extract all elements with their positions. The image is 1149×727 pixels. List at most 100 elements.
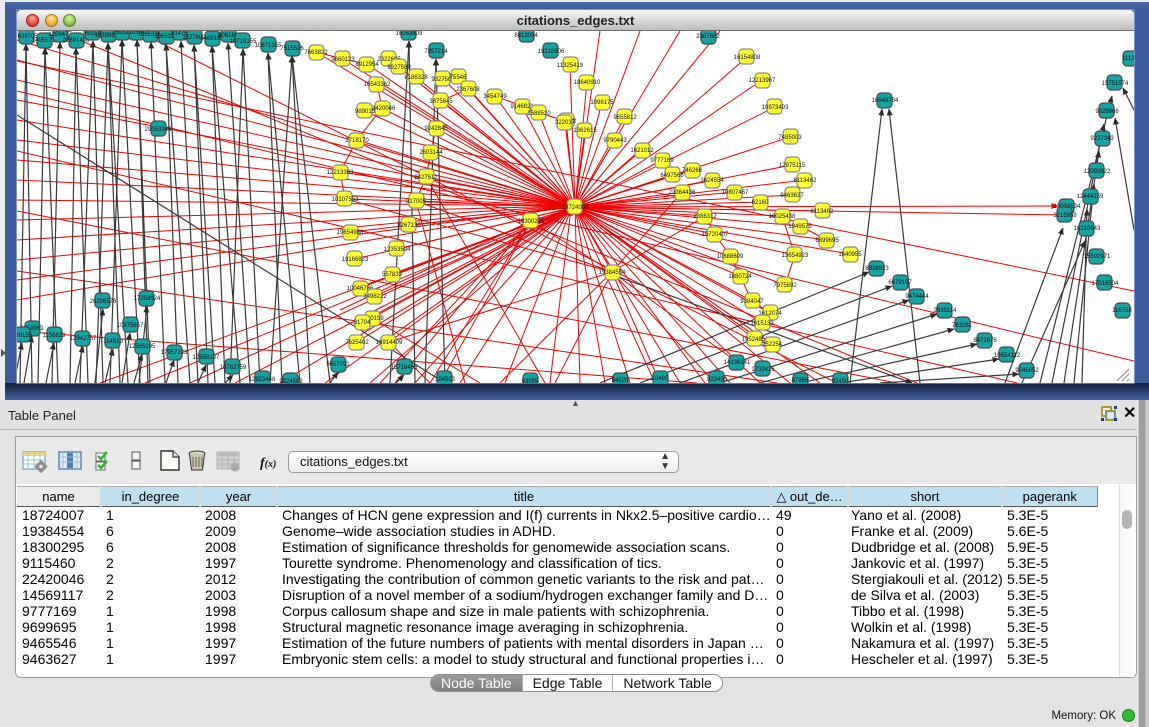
svg-text:2387682: 2387682 xyxy=(696,34,720,40)
svg-text:62160: 62160 xyxy=(752,200,769,206)
svg-text:114519: 114519 xyxy=(103,339,123,345)
svg-text:1880724: 1880724 xyxy=(728,274,752,280)
svg-text:19654988: 19654988 xyxy=(337,230,364,236)
svg-text:17957223: 17957223 xyxy=(161,350,188,356)
svg-text:8912954: 8912954 xyxy=(355,62,379,68)
svg-text:322037: 322037 xyxy=(555,120,576,126)
svg-text:557833: 557833 xyxy=(382,272,403,278)
svg-text:2603144: 2603144 xyxy=(419,150,443,156)
svg-text:7663822: 7663822 xyxy=(304,50,328,56)
svg-text:8113462: 8113462 xyxy=(794,178,818,184)
svg-text:923450: 923450 xyxy=(707,377,728,383)
svg-text:23364436: 23364436 xyxy=(669,190,696,196)
svg-text:10485: 10485 xyxy=(652,376,669,382)
svg-text:12444159: 12444159 xyxy=(1077,194,1104,200)
svg-text:12975115: 12975115 xyxy=(779,163,806,169)
svg-text:9655812: 9655812 xyxy=(613,115,637,121)
svg-text:10107553: 10107553 xyxy=(332,197,359,203)
svg-text:9329966: 9329966 xyxy=(1095,109,1119,115)
svg-text:1949575: 1949575 xyxy=(788,224,812,230)
svg-text:7975692: 7975692 xyxy=(773,283,797,289)
svg-text:1640955: 1640955 xyxy=(838,252,862,258)
svg-text:18300295: 18300295 xyxy=(518,219,545,225)
svg-text:87966: 87966 xyxy=(792,378,809,383)
svg-text:15692971: 15692971 xyxy=(1084,254,1111,260)
svg-text:10719155: 10719155 xyxy=(230,39,257,45)
svg-text:7625402: 7625402 xyxy=(345,340,369,346)
svg-text:139155: 139155 xyxy=(17,333,33,339)
svg-text:19166823: 19166823 xyxy=(342,257,369,263)
svg-text:19384554: 19384554 xyxy=(599,270,626,276)
svg-text:16154808: 16154808 xyxy=(734,55,761,61)
svg-text:13654923: 13654923 xyxy=(782,253,809,259)
svg-text:14136141: 14136141 xyxy=(724,360,751,366)
svg-text:3875645: 3875645 xyxy=(429,99,453,105)
svg-text:9242845: 9242845 xyxy=(424,126,448,132)
svg-text:1498222: 1498222 xyxy=(363,294,387,300)
svg-text:763261: 763261 xyxy=(952,323,973,329)
svg-text:10025438: 10025438 xyxy=(769,214,796,220)
svg-text:10671355: 10671355 xyxy=(255,43,282,49)
svg-text:252254: 252254 xyxy=(762,342,783,348)
svg-text:989015: 989015 xyxy=(355,109,376,115)
svg-text:19218906: 19218906 xyxy=(538,49,565,55)
svg-text:1096175: 1096175 xyxy=(590,100,614,106)
svg-text:3454749: 3454749 xyxy=(483,94,507,100)
svg-text:9790443: 9790443 xyxy=(603,138,627,144)
svg-text:10654112: 10654112 xyxy=(994,353,1021,359)
svg-text:17359924: 17359924 xyxy=(134,296,161,302)
svg-text:15720407: 15720407 xyxy=(702,232,729,238)
svg-text:29053346: 29053346 xyxy=(145,127,172,133)
svg-text:10807467: 10807467 xyxy=(722,190,749,196)
svg-text:1621012: 1621012 xyxy=(630,148,654,154)
svg-text:31704: 31704 xyxy=(354,320,371,326)
svg-text:10782759: 10782759 xyxy=(220,365,247,371)
svg-text:75546: 75546 xyxy=(450,75,467,81)
svg-text:9227343: 9227343 xyxy=(1090,136,1114,142)
svg-text:12923448: 12923448 xyxy=(249,377,276,383)
svg-text:18724007: 18724007 xyxy=(562,205,589,211)
svg-text:9324502: 9324502 xyxy=(279,379,303,383)
svg-text:f(x): f(x) xyxy=(260,456,276,471)
svg-text:12213967: 12213967 xyxy=(749,78,776,84)
svg-text:7357214: 7357214 xyxy=(424,49,448,55)
svg-text:3624554: 3624554 xyxy=(700,178,724,184)
svg-text:6497568: 6497568 xyxy=(660,173,684,179)
svg-text:12353594: 12353594 xyxy=(384,247,411,253)
svg-text:10688609: 10688609 xyxy=(717,254,744,260)
svg-text:2718170: 2718170 xyxy=(345,138,369,144)
svg-text:6899695: 6899695 xyxy=(815,238,839,244)
svg-text:1156829: 1156829 xyxy=(43,333,67,339)
svg-text:1362615: 1362615 xyxy=(573,128,597,134)
svg-text:12505195: 12505195 xyxy=(129,344,156,350)
svg-text:18640910: 18640910 xyxy=(574,80,601,86)
svg-text:9657791: 9657791 xyxy=(326,362,350,368)
svg-text:8471676: 8471676 xyxy=(973,338,997,344)
svg-text:1588520: 1588520 xyxy=(527,111,551,117)
svg-text:10973493: 10973493 xyxy=(762,105,789,111)
svg-text:92450: 92450 xyxy=(832,379,849,383)
svg-text:9660123: 9660123 xyxy=(331,57,355,63)
svg-text:12942757: 12942757 xyxy=(70,336,97,342)
svg-text:16053809: 16053809 xyxy=(396,31,423,37)
svg-text:8813054: 8813054 xyxy=(514,33,538,39)
svg-text:11123: 11123 xyxy=(1122,56,1134,62)
svg-text:10975857: 10975857 xyxy=(117,323,144,329)
svg-text:84520: 84520 xyxy=(612,378,629,383)
svg-text:2386312: 2386312 xyxy=(693,214,717,220)
svg-text:26206576: 26206576 xyxy=(90,299,117,305)
svg-text:16210643: 16210643 xyxy=(1074,226,1101,232)
svg-text:16648784: 16648784 xyxy=(872,98,899,104)
svg-text:8267130: 8267130 xyxy=(397,223,421,229)
svg-text:8113462: 8113462 xyxy=(811,209,835,215)
svg-text:1733426: 1733426 xyxy=(751,367,775,373)
svg-text:1615132: 1615132 xyxy=(750,321,774,327)
svg-text:2935114: 2935114 xyxy=(934,308,958,314)
svg-text:11325419: 11325419 xyxy=(557,63,584,69)
svg-text:16543362: 16543362 xyxy=(364,82,391,88)
svg-text:16914409: 16914409 xyxy=(376,340,403,346)
svg-text:7515526: 7515526 xyxy=(280,46,304,52)
svg-text:9327509: 9327509 xyxy=(387,65,411,71)
svg-text:15751074: 15751074 xyxy=(1102,81,1129,87)
svg-text:10958107: 10958107 xyxy=(193,355,220,361)
